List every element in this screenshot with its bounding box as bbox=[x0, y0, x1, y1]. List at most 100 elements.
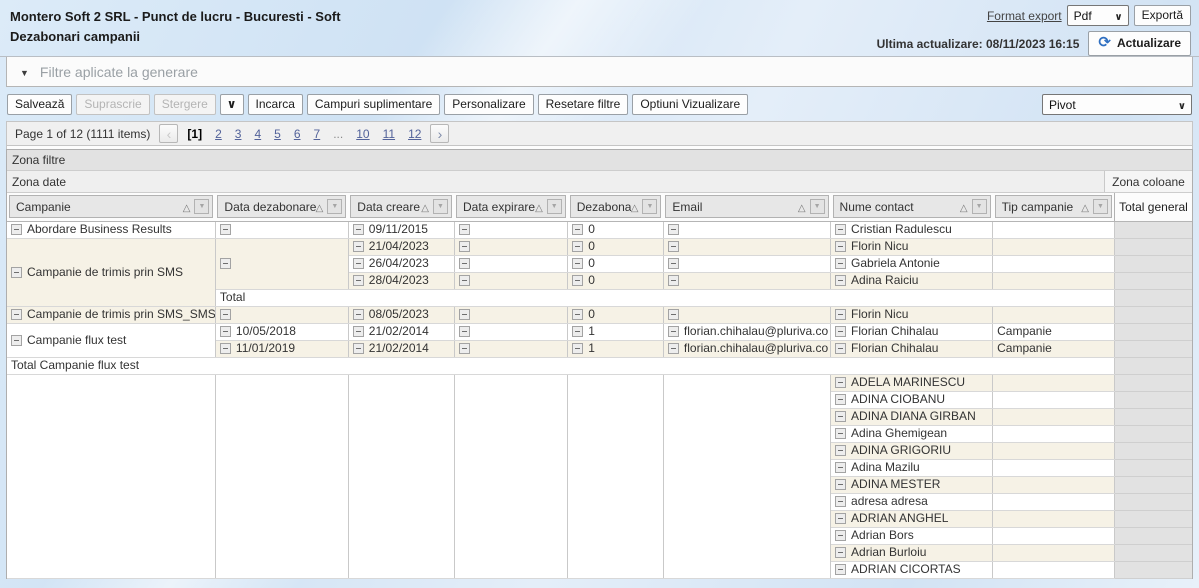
collapse-icon[interactable] bbox=[835, 513, 846, 524]
collapse-icon[interactable] bbox=[835, 309, 846, 320]
collapse-icon[interactable] bbox=[572, 258, 583, 269]
field-button[interactable]: Data expirare bbox=[456, 195, 566, 218]
collapse-icon[interactable] bbox=[459, 224, 470, 235]
page-link[interactable]: 5 bbox=[274, 127, 281, 141]
page-link[interactable]: 6 bbox=[294, 127, 301, 141]
collapse-icon[interactable] bbox=[835, 564, 846, 575]
field-button[interactable]: Email bbox=[665, 195, 828, 218]
filter-dropdown-icon[interactable] bbox=[642, 199, 657, 214]
data-zone-label[interactable]: Zona date bbox=[7, 171, 1104, 192]
collapse-icon[interactable] bbox=[835, 343, 846, 354]
collapse-icon[interactable] bbox=[459, 275, 470, 286]
filter-dropdown-icon[interactable] bbox=[194, 199, 209, 214]
collapse-icon[interactable] bbox=[220, 258, 231, 269]
field-button[interactable]: Data creare bbox=[350, 195, 452, 218]
collapse-icon[interactable] bbox=[572, 309, 583, 320]
collapse-icon[interactable] bbox=[668, 343, 679, 354]
filters-applied-bar[interactable]: Filtre aplicate la generare bbox=[6, 57, 1193, 87]
collapse-icon[interactable] bbox=[572, 275, 583, 286]
view-mode-select[interactable]: Pivot bbox=[1042, 94, 1192, 115]
filter-dropdown-icon[interactable] bbox=[1093, 199, 1108, 214]
collapse-icon[interactable] bbox=[353, 326, 364, 337]
collapse-icon[interactable] bbox=[459, 241, 470, 252]
collapse-icon[interactable] bbox=[835, 496, 846, 507]
collapse-icon[interactable] bbox=[835, 326, 846, 337]
refresh-button[interactable]: Actualizare bbox=[1088, 31, 1191, 56]
page-link[interactable]: 2 bbox=[215, 127, 222, 141]
format-export-select[interactable]: Pdf bbox=[1067, 5, 1129, 26]
collapse-icon[interactable] bbox=[835, 547, 846, 558]
collapse-icon[interactable] bbox=[353, 309, 364, 320]
save-button[interactable]: Salvează bbox=[7, 94, 72, 115]
collapse-icon[interactable] bbox=[353, 343, 364, 354]
collapse-icon[interactable] bbox=[835, 479, 846, 490]
collapse-icon[interactable] bbox=[835, 241, 846, 252]
collapse-icon[interactable] bbox=[668, 309, 679, 320]
page-link[interactable]: 12 bbox=[408, 127, 421, 141]
filter-dropdown-icon[interactable] bbox=[547, 199, 562, 214]
overwrite-button[interactable]: Suprascrie bbox=[76, 94, 149, 115]
collapse-icon[interactable] bbox=[835, 258, 846, 269]
page-link[interactable]: 10 bbox=[356, 127, 369, 141]
filter-zone[interactable]: Zona filtre bbox=[7, 150, 1192, 171]
collapse-icon[interactable] bbox=[220, 326, 231, 337]
field-button[interactable]: Nume contact bbox=[833, 195, 991, 218]
page-link[interactable]: 3 bbox=[235, 127, 242, 141]
customize-button[interactable]: Personalizare bbox=[444, 94, 533, 115]
page-link[interactable]: 4 bbox=[254, 127, 261, 141]
collapse-icon[interactable] bbox=[459, 343, 470, 354]
column-zone-label[interactable]: Zona coloane bbox=[1104, 171, 1192, 192]
collapse-icon[interactable] bbox=[459, 309, 470, 320]
collapse-icon[interactable] bbox=[220, 224, 231, 235]
collapse-icon[interactable] bbox=[835, 462, 846, 473]
extra-fields-button[interactable]: Campuri suplimentare bbox=[307, 94, 440, 115]
collapse-icon[interactable] bbox=[835, 411, 846, 422]
collapse-icon[interactable] bbox=[668, 326, 679, 337]
collapse-icon[interactable] bbox=[572, 326, 583, 337]
reset-filters-button[interactable]: Resetare filtre bbox=[538, 94, 629, 115]
delete-button[interactable]: Stergere bbox=[154, 94, 216, 115]
collapse-icon[interactable] bbox=[353, 241, 364, 252]
collapse-icon[interactable] bbox=[11, 224, 22, 235]
collapse-icon[interactable] bbox=[835, 428, 846, 439]
collapse-icon[interactable] bbox=[11, 267, 22, 278]
save-options-dropdown-button[interactable]: ∨ bbox=[220, 94, 244, 115]
collapse-icon[interactable] bbox=[835, 394, 846, 405]
collapse-icon[interactable] bbox=[572, 224, 583, 235]
collapse-icon[interactable] bbox=[353, 258, 364, 269]
collapse-icon[interactable] bbox=[220, 309, 231, 320]
field-button[interactable]: Tip campanie bbox=[995, 195, 1112, 218]
filter-dropdown-icon[interactable] bbox=[327, 199, 342, 214]
field-button[interactable]: Data dezabonare bbox=[217, 195, 346, 218]
collapse-icon[interactable] bbox=[11, 309, 22, 320]
format-export-link[interactable]: Format export bbox=[987, 9, 1062, 23]
collapse-icon[interactable] bbox=[459, 326, 470, 337]
filter-dropdown-icon[interactable] bbox=[810, 199, 825, 214]
collapse-icon[interactable] bbox=[835, 224, 846, 235]
filter-dropdown-icon[interactable] bbox=[433, 199, 448, 214]
collapse-icon[interactable] bbox=[668, 224, 679, 235]
field-button[interactable]: Campanie bbox=[9, 195, 213, 218]
page-current[interactable]: [1] bbox=[187, 127, 202, 141]
view-options-button[interactable]: Optiuni Vizualizare bbox=[632, 94, 748, 115]
collapse-icon[interactable] bbox=[459, 258, 470, 269]
collapse-icon[interactable] bbox=[572, 241, 583, 252]
collapse-icon[interactable] bbox=[11, 335, 22, 346]
collapse-icon[interactable] bbox=[353, 224, 364, 235]
next-page-icon[interactable] bbox=[430, 124, 449, 143]
filter-dropdown-icon[interactable] bbox=[972, 199, 987, 214]
export-button[interactable]: Exportă bbox=[1134, 5, 1191, 26]
collapse-icon[interactable] bbox=[668, 241, 679, 252]
collapse-icon[interactable] bbox=[835, 377, 846, 388]
collapse-icon[interactable] bbox=[668, 275, 679, 286]
collapse-icon[interactable] bbox=[835, 275, 846, 286]
collapse-icon[interactable] bbox=[668, 258, 679, 269]
collapse-arrow-icon[interactable] bbox=[20, 63, 40, 81]
page-link[interactable]: 11 bbox=[383, 127, 395, 141]
collapse-icon[interactable] bbox=[220, 343, 231, 354]
collapse-icon[interactable] bbox=[835, 530, 846, 541]
field-button[interactable]: Dezabonat bbox=[570, 195, 662, 218]
collapse-icon[interactable] bbox=[835, 445, 846, 456]
collapse-icon[interactable] bbox=[572, 343, 583, 354]
load-button[interactable]: Incarca bbox=[248, 94, 303, 115]
